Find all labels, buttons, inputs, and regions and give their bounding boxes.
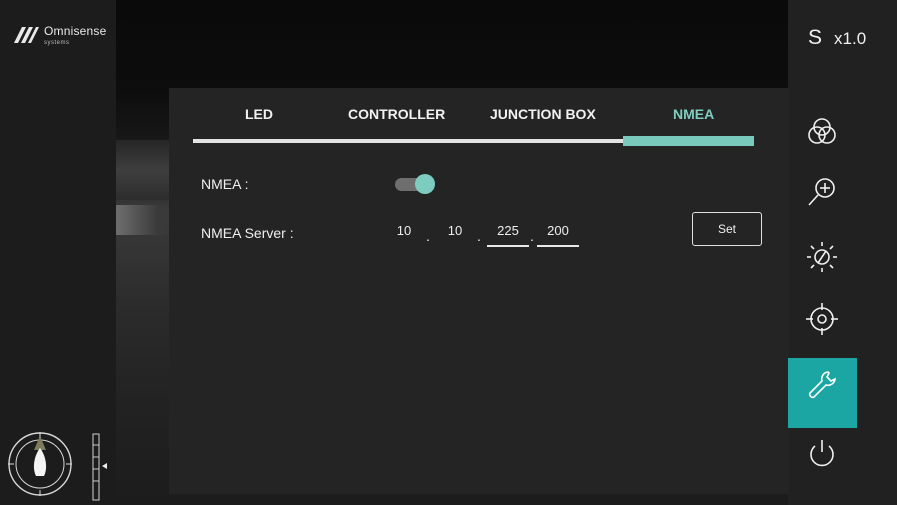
zoom-indicator: S x1.0 <box>808 26 866 50</box>
zoom-level: x1.0 <box>834 29 867 48</box>
tab-junction-box[interactable]: JUNCTION BOX <box>490 106 596 122</box>
ip-dot: . <box>530 228 534 244</box>
zoom-mode: S <box>808 26 823 49</box>
nmea-server-label: NMEA Server : <box>201 225 294 241</box>
ip-octet-4[interactable] <box>537 223 579 247</box>
zoom-in-icon[interactable] <box>801 172 843 214</box>
tab-controller[interactable]: CONTROLLER <box>348 106 445 122</box>
tab-nmea[interactable]: NMEA <box>673 106 714 122</box>
color-filters-icon[interactable] <box>801 110 843 152</box>
feed-shape <box>116 140 171 200</box>
brand-name: Omnisense <box>44 24 107 38</box>
tab-active-indicator <box>623 136 754 146</box>
altitude-scale <box>92 433 107 501</box>
ip-octet-1-input[interactable] <box>384 223 424 238</box>
feed-shape <box>116 205 176 235</box>
ip-octet-2[interactable] <box>435 223 475 245</box>
brand-sub: systems <box>44 40 70 46</box>
nmea-toggle[interactable] <box>395 174 435 194</box>
brightness-icon[interactable] <box>801 236 843 278</box>
ip-dot: . <box>477 228 481 244</box>
tab-led[interactable]: LED <box>245 106 273 122</box>
toggle-knob <box>415 174 435 194</box>
set-button[interactable]: Set <box>692 212 762 246</box>
nmea-toggle-label: NMEA : <box>201 176 249 192</box>
ip-dot: . <box>426 228 430 244</box>
logo-mark-icon <box>14 27 39 43</box>
settings-panel: LED CONTROLLER JUNCTION BOX NMEA NMEA : … <box>169 88 789 494</box>
ip-octet-1[interactable] <box>384 223 424 245</box>
ip-octet-3[interactable] <box>487 223 529 247</box>
wrench-icon[interactable] <box>801 364 843 406</box>
power-icon[interactable] <box>801 432 843 474</box>
brand-logo: Omnisense systems <box>12 22 107 46</box>
compass-icon <box>8 432 72 496</box>
ip-octet-2-input[interactable] <box>435 223 475 238</box>
target-icon[interactable] <box>801 298 843 340</box>
ip-octet-4-input[interactable] <box>538 223 578 238</box>
ip-octet-3-input[interactable] <box>488 223 528 238</box>
